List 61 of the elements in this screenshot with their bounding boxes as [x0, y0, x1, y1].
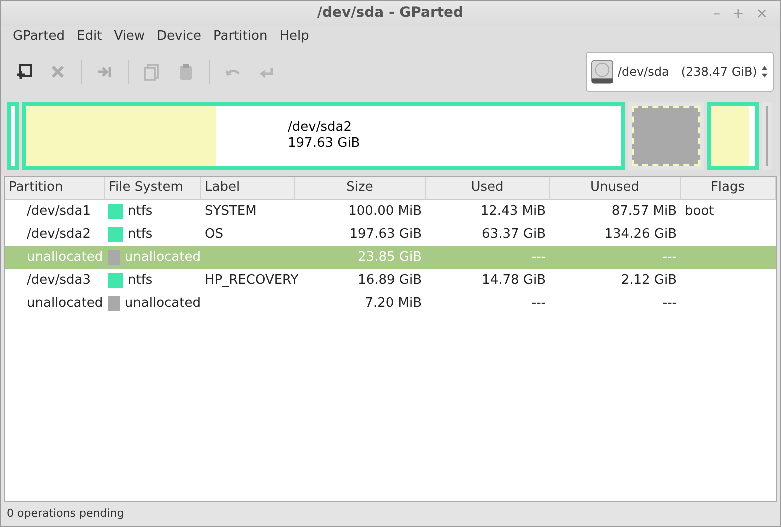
- partition-segment[interactable]: [707, 102, 759, 170]
- table-cell: unallocated: [27, 296, 104, 311]
- unallocated-segment[interactable]: [762, 102, 772, 170]
- column-header[interactable]: Label: [201, 177, 295, 199]
- paste-icon: [177, 63, 195, 81]
- menu-item[interactable]: Partition: [208, 25, 274, 49]
- table-cell: /dev/sda1: [27, 204, 91, 219]
- table-cell: ---: [662, 250, 677, 265]
- partition-segment[interactable]: /dev/sda2 197.63 GiB: [22, 102, 625, 170]
- column-header[interactable]: Partition: [5, 177, 105, 199]
- device-selector[interactable]: /dev/sda (238.47 GiB): [586, 52, 774, 92]
- table-cell: HP_RECOVERY: [205, 272, 299, 288]
- menu-item[interactable]: Help: [274, 25, 316, 49]
- table-cell: ---: [532, 296, 546, 311]
- table-cell: ---: [662, 296, 677, 311]
- table-cell: 2.12 GiB: [621, 272, 677, 288]
- table-cell-text: ntfs: [128, 226, 153, 244]
- copy-icon: [143, 63, 161, 81]
- column-header[interactable]: Size: [295, 177, 426, 199]
- table-cell: 14.78 GiB: [482, 272, 546, 288]
- table-cell: 63.37 GiB: [482, 226, 546, 242]
- undo-icon: [226, 68, 240, 76]
- table-cell: 16.89 GiB: [358, 272, 422, 288]
- column-header[interactable]: Unused: [550, 177, 681, 199]
- segment-size: 197.63 GiB: [288, 136, 360, 152]
- partition-segment[interactable]: [7, 102, 19, 170]
- new-partition-icon: [15, 63, 33, 81]
- table-cell: unallocated: [27, 250, 104, 265]
- menu-item[interactable]: View: [108, 25, 152, 49]
- table-cell: 197.63 GiB: [350, 226, 422, 242]
- spinner-arrows-icon: [761, 64, 769, 80]
- menu-item[interactable]: Edit: [71, 25, 108, 49]
- table-cell: OS: [205, 226, 224, 242]
- table-cell-text: ntfs: [128, 202, 153, 221]
- device-path: /dev/sda: [618, 64, 670, 81]
- segment-name: /dev/sda2: [288, 120, 353, 136]
- device-size: (238.47 GiB): [681, 64, 758, 81]
- table-cell-text: unallocated: [124, 294, 201, 313]
- column-header[interactable]: Flags: [681, 177, 776, 199]
- table-cell: 134.26 GiB: [604, 226, 677, 242]
- delete-icon: [49, 63, 67, 81]
- apply-icon: [260, 66, 274, 78]
- menu-item[interactable]: Device: [151, 25, 208, 49]
- column-header[interactable]: Used: [426, 177, 550, 199]
- table-cell: 23.85 GiB: [358, 250, 422, 265]
- table-cell: 12.43 MiB: [480, 204, 546, 219]
- table-cell: SYSTEM: [205, 204, 257, 219]
- unallocated-segment[interactable]: [628, 102, 704, 170]
- table-cell: /dev/sda3: [27, 272, 91, 288]
- table-cell-text: ntfs: [128, 272, 153, 290]
- table-cell: boot: [685, 204, 714, 219]
- status-text: 0 operations pending: [7, 506, 124, 522]
- table-cell-text: unallocated: [124, 248, 201, 267]
- table-cell: 7.20 MiB: [365, 296, 422, 311]
- table-cell: /dev/sda2: [27, 226, 91, 242]
- table-cell: 87.57 MiB: [612, 204, 677, 219]
- table-cell: ---: [532, 250, 546, 265]
- window-title: /dev/sda - GParted: [317, 4, 464, 23]
- menu-item[interactable]: GParted: [7, 25, 71, 49]
- column-header[interactable]: File System: [105, 177, 201, 199]
- table-cell: 100.00 MiB: [348, 204, 422, 219]
